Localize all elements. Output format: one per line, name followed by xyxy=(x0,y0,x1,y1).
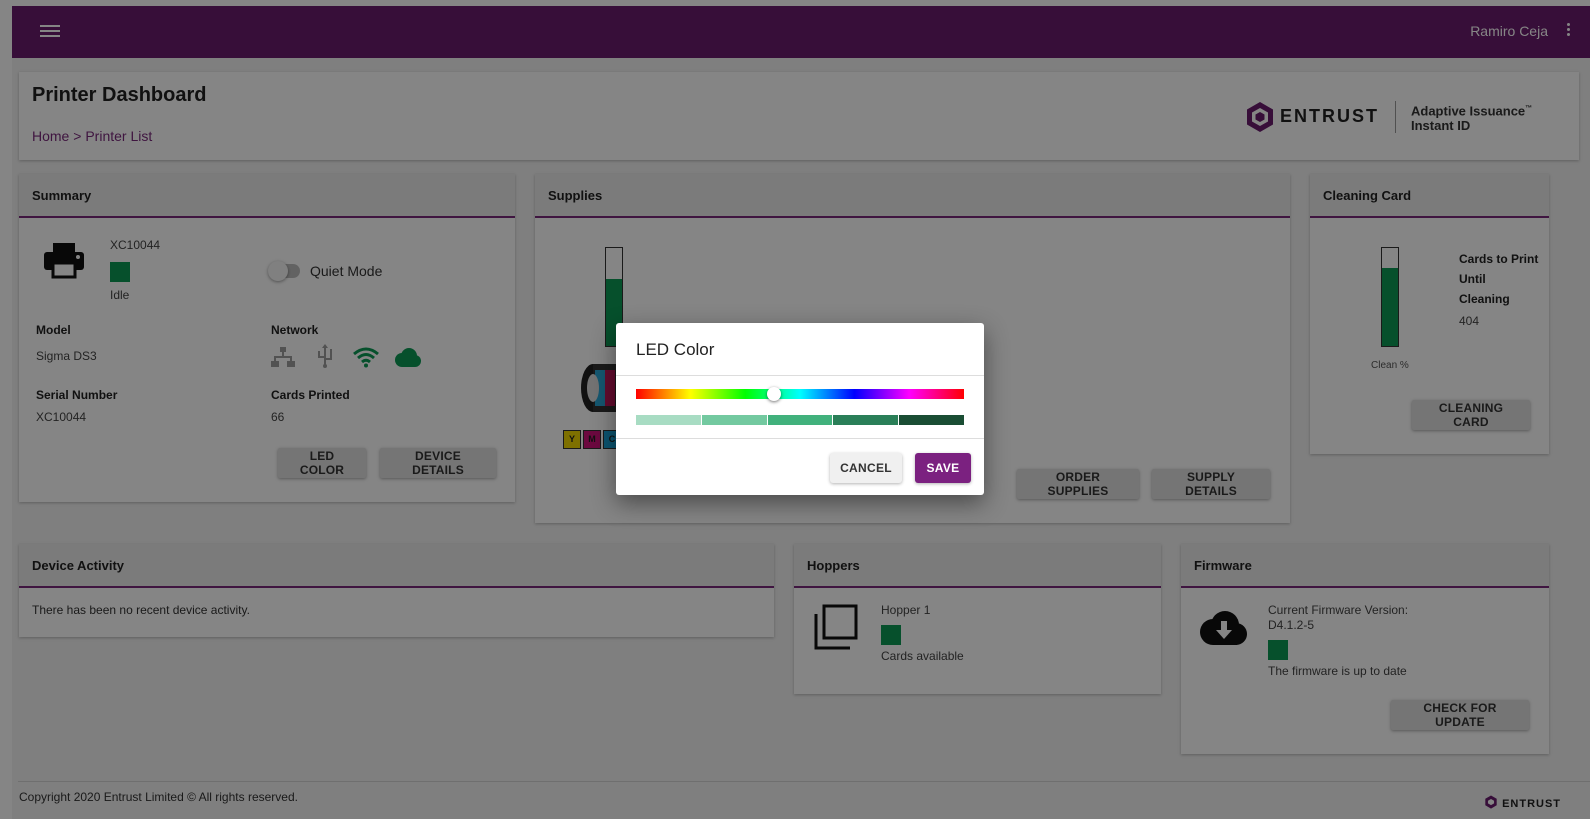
save-button[interactable]: SAVE xyxy=(915,453,971,483)
dialog-bottom-divider xyxy=(616,438,984,439)
shade-swatches xyxy=(636,415,964,425)
shade-swatch[interactable] xyxy=(636,415,701,425)
shade-swatch[interactable] xyxy=(701,415,767,425)
dialog-title: LED Color xyxy=(636,340,715,359)
hue-slider[interactable] xyxy=(636,387,964,401)
shade-swatch[interactable] xyxy=(767,415,833,425)
dialog-top-divider xyxy=(616,375,984,376)
led-color-dialog: LED Color CANCEL SAVE xyxy=(616,323,984,495)
shade-swatch[interactable] xyxy=(833,415,899,425)
cancel-button[interactable]: CANCEL xyxy=(830,453,902,483)
hue-slider-thumb[interactable] xyxy=(766,387,781,401)
shade-swatch[interactable] xyxy=(899,415,964,425)
